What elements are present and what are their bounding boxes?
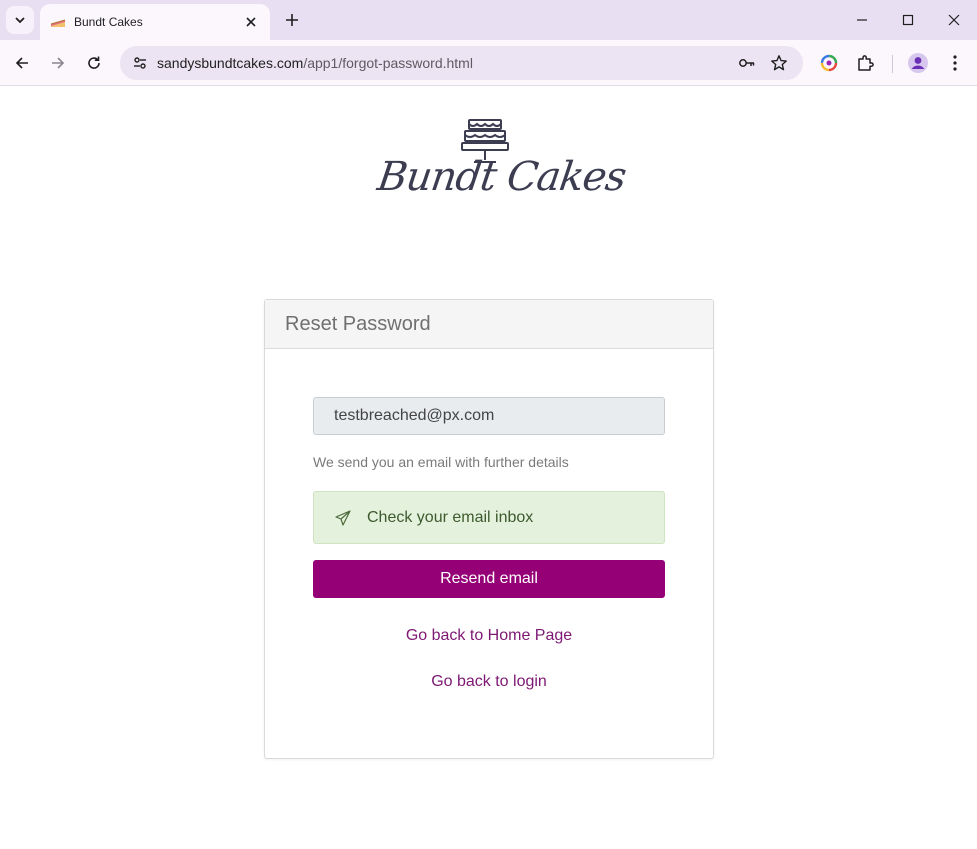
tab-strip: Bundt Cakes <box>0 0 977 40</box>
alert-text: Check your email inbox <box>367 508 534 526</box>
new-tab-button[interactable] <box>281 9 303 31</box>
home-page-link[interactable]: Go back to Home Page <box>406 627 572 644</box>
email-hint: We send you an email with further detail… <box>313 454 569 470</box>
puzzle-icon <box>858 55 874 71</box>
forward-button[interactable] <box>44 49 72 77</box>
plus-icon <box>286 14 298 26</box>
card-header: Reset Password <box>265 300 713 349</box>
tune-icon <box>134 57 146 69</box>
extensions-button[interactable] <box>851 49 879 77</box>
cake-slice-icon <box>50 14 66 30</box>
chrome-extension-icon <box>820 54 838 72</box>
chevron-down-icon <box>15 17 25 24</box>
tab-search-button[interactable] <box>6 6 34 34</box>
star-icon <box>771 55 787 71</box>
logo-text: Bundt Cakes <box>374 154 629 200</box>
reset-password-card: Reset Password We send you an email with… <box>264 299 714 759</box>
menu-button[interactable] <box>941 49 969 77</box>
close-tab-icon[interactable] <box>242 13 260 31</box>
close-window-button[interactable] <box>939 5 969 35</box>
home-link-row: Go back to Home Page <box>265 627 713 645</box>
brand-logo: Bundt Cakes <box>374 114 629 208</box>
minimize-icon <box>857 19 867 21</box>
reload-button[interactable] <box>80 49 108 77</box>
browser-tab[interactable]: Bundt Cakes <box>40 4 270 40</box>
arrow-left-icon <box>15 57 28 69</box>
paper-plane-icon <box>334 509 352 527</box>
arrow-right-icon <box>52 57 65 69</box>
maximize-button[interactable] <box>893 5 923 35</box>
back-button[interactable] <box>8 49 36 77</box>
more-vert-icon <box>953 55 957 71</box>
close-icon <box>948 14 960 26</box>
email-field[interactable] <box>313 397 665 435</box>
tab-title: Bundt Cakes <box>74 15 143 29</box>
url-text: sandysbundtcakes.com/app1/forgot-passwor… <box>157 55 473 71</box>
password-key-button[interactable] <box>735 51 759 75</box>
bookmark-button[interactable] <box>767 51 791 75</box>
browser-toolbar: sandysbundtcakes.com/app1/forgot-passwor… <box>0 40 977 86</box>
toolbar-divider <box>892 55 893 73</box>
profile-button[interactable] <box>904 49 932 77</box>
url-host: sandysbundtcakes.com <box>157 55 304 71</box>
avatar-icon <box>908 53 928 73</box>
site-info-button[interactable] <box>128 51 152 75</box>
resend-email-button[interactable]: Resend email <box>313 560 665 598</box>
login-link-row: Go back to login <box>265 673 713 691</box>
reload-icon <box>88 56 100 69</box>
card-title: Reset Password <box>285 312 431 335</box>
minimize-button[interactable] <box>847 5 877 35</box>
key-icon <box>739 59 755 67</box>
login-link[interactable]: Go back to login <box>431 673 547 690</box>
extension-colorful-button[interactable] <box>815 49 843 77</box>
success-alert: Check your email inbox <box>313 491 665 544</box>
maximize-icon <box>902 14 914 26</box>
url-path: /app1/forgot-password.html <box>303 55 473 71</box>
address-bar[interactable]: sandysbundtcakes.com/app1/forgot-passwor… <box>120 46 803 80</box>
